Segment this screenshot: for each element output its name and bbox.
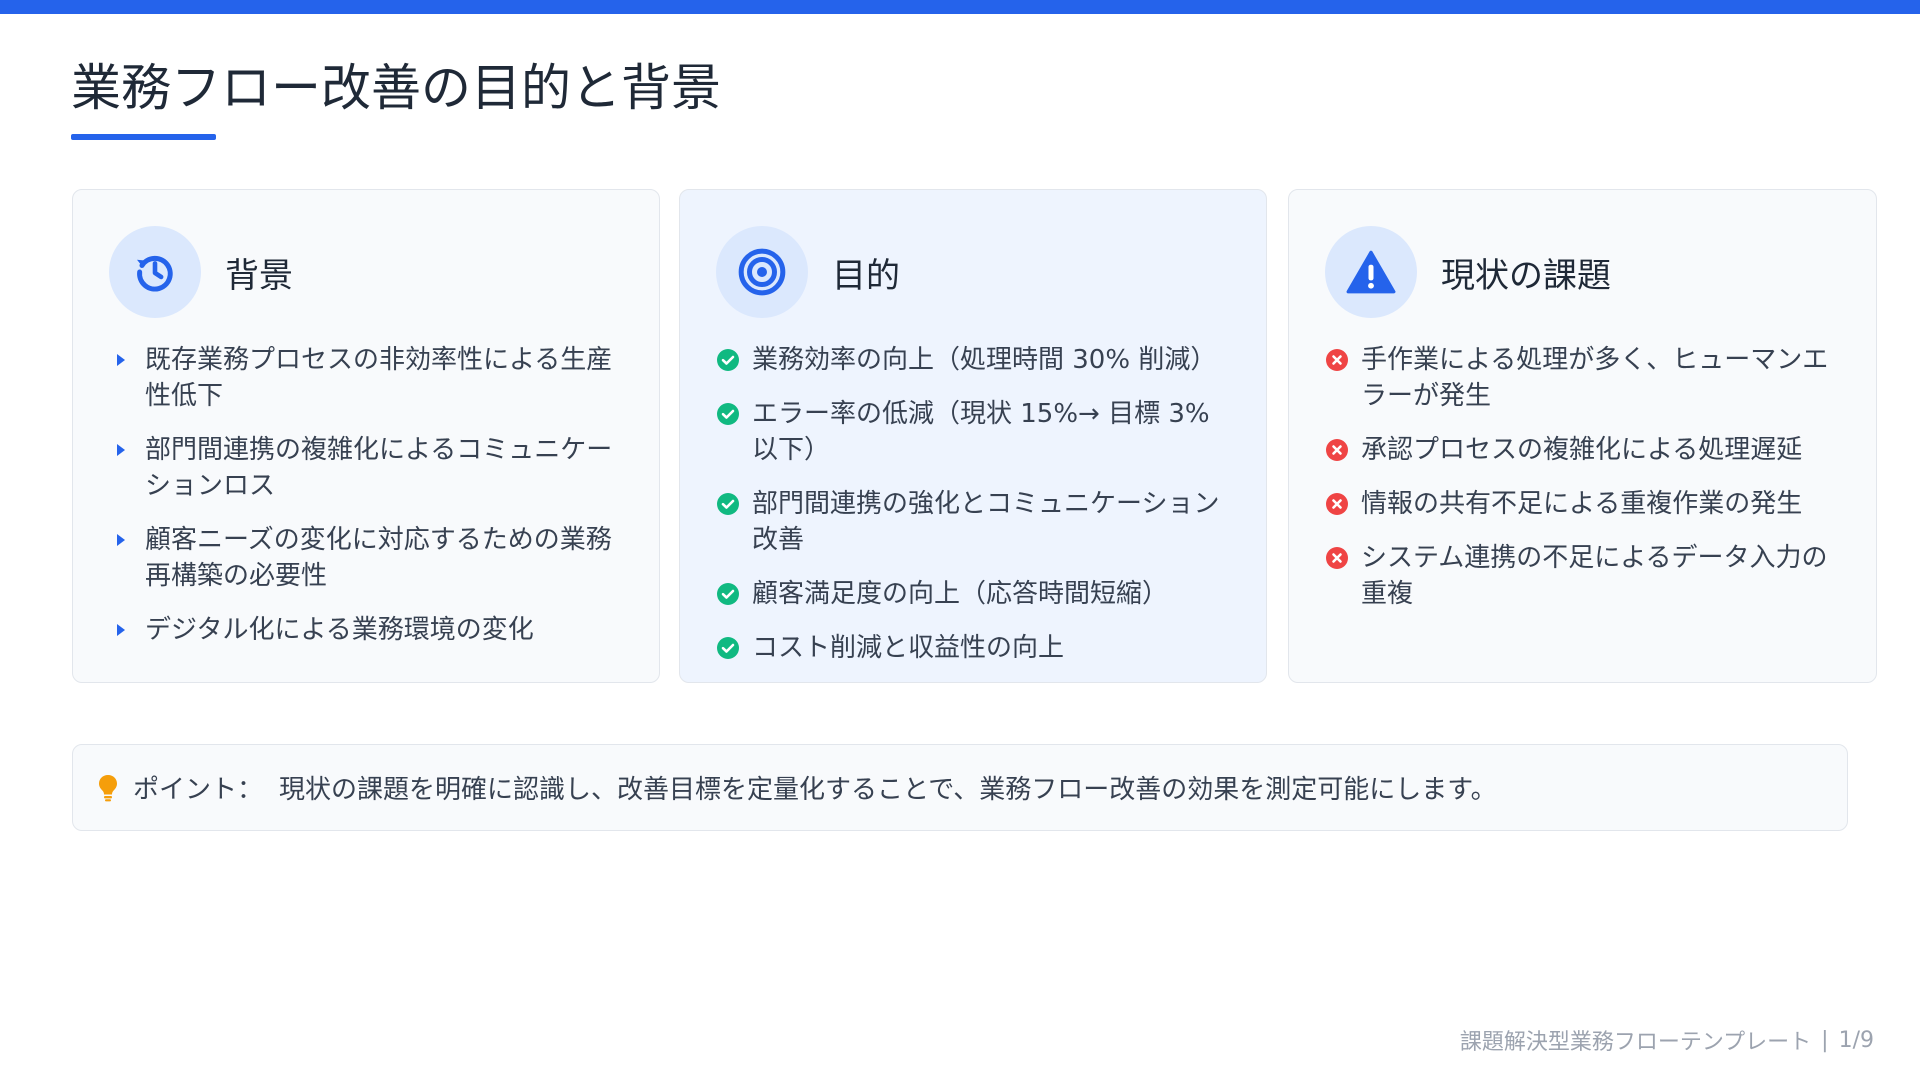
card-header: 背景 [109,226,293,318]
point-label: ポイント： [133,775,264,805]
point-callout: ポイント： 現状の課題を明確に認識し、改善目標を定量化することで、業務フロー改善… [72,744,1848,831]
card-title: 目的 [832,255,900,296]
list-item: 手作業による処理が多く、ヒューマンエラーが発生 [1325,342,1852,414]
cross-circle-icon [1325,486,1349,522]
list-item-text: 顧客ニーズの変化に対応するための業務再構築の必要性 [145,525,612,591]
caret-right-icon [109,342,133,378]
list-item-text: 部門間連携の強化とコミュニケーション改善 [752,489,1220,555]
purpose-list: 業務効率の向上（処理時間 30% 削減） エラー率の低減（現状 15%→ 目標 … [716,342,1242,684]
target-icon [716,226,808,318]
list-item-text: 既存業務プロセスの非効率性による生産性低下 [145,345,613,411]
caret-right-icon [109,522,133,558]
footer-separator: | [1821,1027,1829,1053]
list-item: 顧客ニーズの変化に対応するための業務再構築の必要性 [109,522,635,594]
purpose-card: 目的 業務効率の向上（処理時間 30% 削減） エラー率の低減（現状 15%→ … [679,189,1267,683]
check-circle-icon [716,576,740,612]
list-item: エラー率の低減（現状 15%→ 目標 3% 以下） [716,396,1242,468]
list-item: デジタル化による業務環境の変化 [109,612,635,648]
background-list: 既存業務プロセスの非効率性による生産性低下 部門間連携の複雑化によるコミュニケー… [109,342,635,666]
list-item-text: 承認プロセスの複雑化による処理遅延 [1361,435,1803,465]
card-title: 現状の課題 [1441,255,1611,296]
template-name: 課題解決型業務フローテンプレート [1459,1030,1812,1055]
page-title: 業務フロー改善の目的と背景 [71,59,721,117]
card-header: 現状の課題 [1325,226,1611,318]
footer: 課題解決型業務フローテンプレート | 1/9 [1460,1024,1874,1056]
lightbulb-icon [95,773,121,803]
point-text: 現状の課題を明確に認識し、改善目標を定量化することで、業務フロー改善の効果を測定… [279,775,1497,805]
list-item: 部門間連携の複雑化によるコミュニケーションロス [109,432,635,504]
list-item: 承認プロセスの複雑化による処理遅延 [1325,432,1852,468]
check-circle-icon [716,486,740,522]
list-item-text: 情報の共有不足による重複作業の発生 [1361,489,1803,519]
caret-right-icon [109,612,133,648]
cross-circle-icon [1325,540,1349,576]
check-circle-icon [716,342,740,378]
list-item-text: システム連携の不足によるデータ入力の重複 [1361,543,1828,609]
cross-circle-icon [1325,342,1349,378]
list-item-text: デジタル化による業務環境の変化 [145,615,534,645]
background-card: 背景 既存業務プロセスの非効率性による生産性低下 部門間連携の複雑化によるコミュ… [72,189,660,683]
list-item: 情報の共有不足による重複作業の発生 [1325,486,1852,522]
list-item: システム連携の不足によるデータ入力の重複 [1325,540,1852,612]
check-circle-icon [716,630,740,666]
card-title: 背景 [225,255,293,296]
check-circle-icon [716,396,740,432]
list-item: 顧客満足度の向上（応答時間短縮） [716,576,1242,612]
title-underline [71,134,216,140]
caret-right-icon [109,432,133,468]
list-item: 既存業務プロセスの非効率性による生産性低下 [109,342,635,414]
page-number: 1/9 [1838,1027,1874,1053]
list-item: 業務効率の向上（処理時間 30% 削減） [716,342,1242,378]
history-icon [109,226,201,318]
list-item-text: 業務効率の向上（処理時間 30% 削減） [752,345,1217,375]
cross-circle-icon [1325,432,1349,468]
issues-list: 手作業による処理が多く、ヒューマンエラーが発生 承認プロセスの複雑化による処理遅… [1325,342,1852,630]
list-item-text: コスト削減と収益性の向上 [752,633,1065,663]
list-item-text: 手作業による処理が多く、ヒューマンエラーが発生 [1361,345,1829,411]
top-accent-bar [0,0,1920,14]
card-header: 目的 [716,226,900,318]
list-item: コスト削減と収益性の向上 [716,630,1242,666]
current-issues-card: 現状の課題 手作業による処理が多く、ヒューマンエラーが発生 承認プロセスの複雑化… [1288,189,1877,683]
list-item-text: 部門間連携の複雑化によるコミュニケーションロス [145,435,613,501]
list-item-text: エラー率の低減（現状 15%→ 目標 3% 以下） [752,399,1210,465]
warning-icon [1325,226,1417,318]
list-item-text: 顧客満足度の向上（応答時間短縮） [752,579,1169,609]
list-item: 部門間連携の強化とコミュニケーション改善 [716,486,1242,558]
